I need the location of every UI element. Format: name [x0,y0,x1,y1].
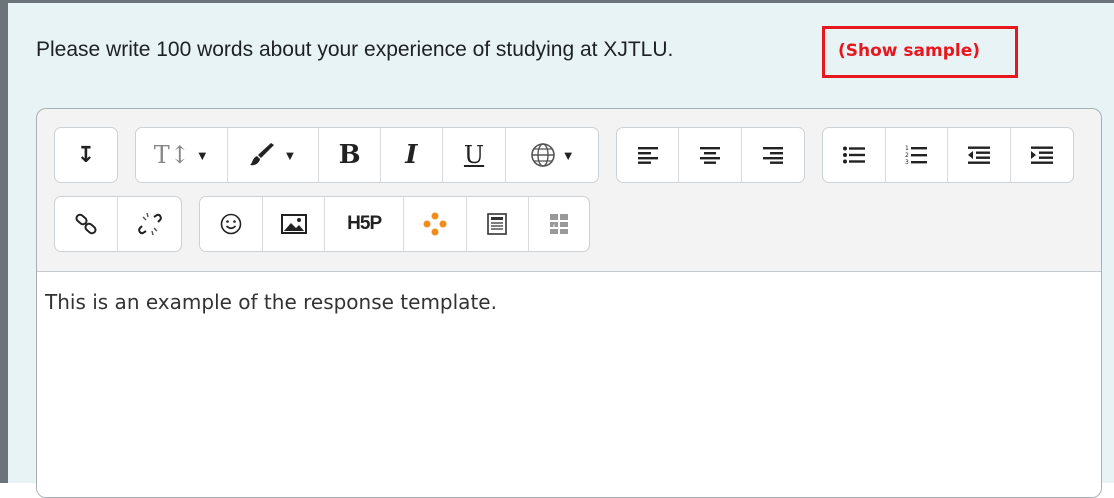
unlink-button[interactable] [118,197,181,251]
question-text: Please write 100 words about your experi… [36,38,674,61]
font-size-icon: T↕ [153,141,190,169]
numbered-list-icon: 1 2 3 [905,145,928,165]
align-center-icon [700,147,721,164]
chevron-down-icon: ▼ [195,147,209,163]
align-left-icon [637,147,658,164]
undo-button[interactable]: ↧ [55,128,117,182]
image-icon [280,214,307,234]
underline-button[interactable]: U [443,128,507,182]
outdent-icon [967,146,990,164]
font-size-button[interactable]: T↕ ▼ [136,128,228,182]
svg-text:3: 3 [905,159,909,165]
underline-label: U [463,141,485,169]
svg-text:1: 1 [905,145,909,152]
media-dots-icon [423,212,447,236]
globe-icon [530,143,555,167]
bullet-list-button[interactable] [823,128,886,182]
align-right-button[interactable] [742,128,804,182]
editor-content-text: This is an example of the response templ… [45,290,497,314]
align-right-icon [762,147,783,164]
link-icon [75,213,97,235]
unlink-icon [137,212,162,236]
h5p-label: H5P [347,213,382,234]
undo-icon: ↧ [76,142,96,167]
chevron-down-icon: ▼ [561,147,575,163]
indent-icon [1030,146,1053,164]
bold-button[interactable]: B [319,128,381,182]
editor-content-area[interactable]: This is an example of the response templ… [37,271,1101,497]
paintbrush-icon [250,143,275,166]
toolbar-group-lists: 1 2 3 [822,127,1074,183]
outdent-button[interactable] [948,128,1011,182]
toolbar-group-style: T↕ ▼ ▼ B I U ▼ [135,127,599,183]
chevron-down-icon: ▼ [283,147,297,163]
image-button[interactable] [263,197,326,251]
italic-label: I [405,140,418,170]
bold-label: B [338,140,361,170]
template-icon [487,213,508,235]
table-button[interactable] [529,197,589,251]
link-button[interactable] [55,197,119,251]
template-button[interactable] [467,197,530,251]
h5p-button[interactable]: H5P [325,197,404,251]
show-sample-link[interactable]: (Show sample) [838,41,980,61]
rich-text-editor: ↧ T↕ ▼ ▼ B I U ▼ 1 2 3 H5P This is an ex… [36,108,1102,498]
italic-button[interactable]: I [381,128,443,182]
align-left-button[interactable] [617,128,680,182]
svg-text:2: 2 [905,152,909,159]
text-color-button[interactable]: ▼ [228,128,320,182]
toolbar-group-undo: ↧ [54,127,118,183]
toolbar-group-links [54,196,182,252]
align-center-button[interactable] [679,128,742,182]
indent-button[interactable] [1011,128,1074,182]
smiley-icon [220,213,242,235]
numbered-list-button[interactable]: 1 2 3 [886,128,948,182]
emoji-button[interactable] [200,197,263,251]
editor-toolbar: ↧ T↕ ▼ ▼ B I U ▼ 1 2 3 H5P [37,109,1101,271]
toolbar-group-insert: H5P [199,196,590,252]
table-icon [550,214,569,234]
question-prompt: Please write 100 words about your experi… [36,38,673,62]
toolbar-group-align [616,127,805,183]
media-button[interactable] [404,197,467,251]
bullet-list-icon [842,146,865,164]
language-button[interactable]: ▼ [506,128,598,182]
